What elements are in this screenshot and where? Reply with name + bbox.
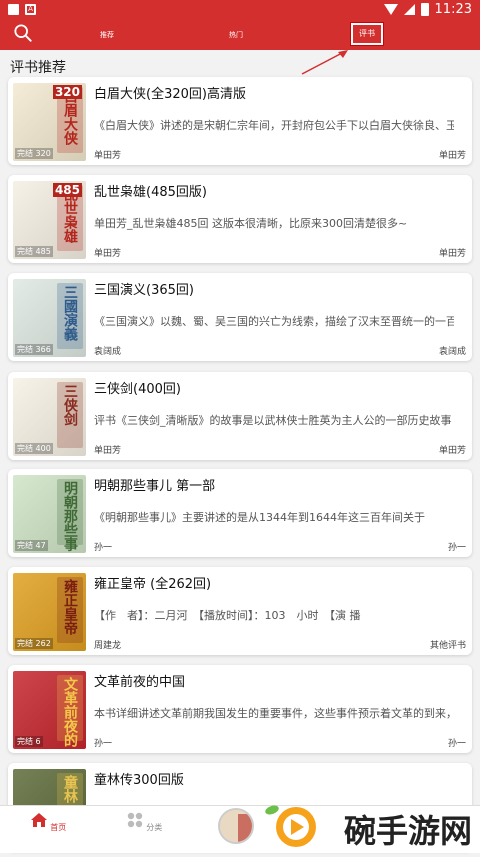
book-cover[interactable]: 三國演義 完结 366 bbox=[13, 279, 86, 357]
book-author: 孙一 bbox=[94, 543, 113, 553]
book-cover[interactable]: 文革前夜的 完结 6 bbox=[13, 671, 86, 749]
book-title: 文革前夜的中国 bbox=[94, 675, 186, 690]
book-category: 孙一 bbox=[447, 543, 466, 553]
book-cover-title: 三國演義 bbox=[62, 285, 78, 341]
tab-hot[interactable]: 热门 bbox=[229, 20, 243, 50]
book-cover-title: 童林 bbox=[62, 775, 78, 803]
tab-recommend[interactable]: 推荐 bbox=[100, 20, 114, 50]
book-cover[interactable]: 明朝那些事 完结 47 bbox=[13, 475, 86, 553]
wifi-icon bbox=[383, 4, 398, 15]
watermark: 碗手游网 bbox=[250, 796, 480, 853]
now-playing-button[interactable] bbox=[218, 808, 254, 844]
book-category: 单田芳 bbox=[438, 249, 466, 259]
book-description: 评书《三侠剑_清晰版》的故事是以武林侠士胜英为主人公的一部历史故事 bbox=[94, 414, 452, 427]
book-author: 孙一 bbox=[94, 739, 113, 749]
notification-icon bbox=[8, 4, 19, 15]
app-header: 推荐 热门 评书 bbox=[0, 20, 480, 50]
book-category: 袁阔成 bbox=[438, 347, 466, 357]
nav-category-label: 分类 bbox=[146, 823, 163, 832]
book-cover-title: 三侠剑 bbox=[62, 384, 78, 426]
nav-home-label: 首页 bbox=[50, 823, 67, 832]
book-category: 单田芳 bbox=[438, 446, 466, 456]
book-status-badge: 完结 400 bbox=[15, 443, 53, 454]
category-icon bbox=[127, 812, 142, 828]
book-title: 乱世枭雄(485回版) bbox=[94, 185, 207, 200]
watermark-text: 碗手游网 bbox=[344, 812, 473, 850]
book-status-badge: 完结 366 bbox=[15, 344, 53, 355]
book-cover[interactable]: 雍正皇帝 完结 262 bbox=[13, 573, 86, 651]
book-description: 【作 者】：二月河 【播放时间】：103 小时 【演 播 bbox=[94, 609, 361, 622]
book-cover-number: 320 bbox=[52, 85, 82, 99]
book-author: 袁阔成 bbox=[94, 347, 122, 357]
status-time: 11:23 bbox=[434, 2, 472, 17]
book-cover[interactable]: 三侠剑 完结 400 bbox=[13, 378, 86, 456]
book-card[interactable]: 雍正皇帝 完结 262 雍正皇帝 (全262回) 【作 者】：二月河 【播放时间… bbox=[8, 567, 472, 655]
nav-home[interactable]: 首页 bbox=[28, 812, 68, 833]
book-description: 《明朝那些事儿》主要讲述的是从1344年到1644年这三百年间关于 bbox=[94, 511, 425, 524]
book-cover-number: 485 bbox=[52, 183, 82, 197]
book-status-badge: 完结 320 bbox=[15, 148, 53, 159]
book-cover-title: 明朝那些事 bbox=[62, 481, 78, 551]
book-cover[interactable]: 乱世枭雄 485 完结 485 bbox=[13, 181, 86, 259]
book-author: 单田芳 bbox=[94, 446, 122, 456]
book-card[interactable]: 三侠剑 完结 400 三侠剑(400回) 评书《三侠剑_清晰版》的故事是以武林侠… bbox=[8, 372, 472, 460]
book-description: 本书详细讲述文革前期我国发生的重要事件，这些事件预示着文革的到来， bbox=[94, 707, 454, 720]
book-cover[interactable]: 白眉大侠 320 完结 320 bbox=[13, 83, 86, 161]
home-icon bbox=[30, 813, 47, 827]
nav-category[interactable]: 分类 bbox=[124, 812, 164, 833]
annotation-arrow-icon bbox=[301, 50, 348, 75]
book-card[interactable]: 乱世枭雄 485 完结 485 乱世枭雄(485回版) 单田芳_乱世枭雄485回… bbox=[8, 175, 472, 263]
now-playing-cover-icon bbox=[220, 810, 252, 842]
book-card[interactable]: 文革前夜的 完结 6 文革前夜的中国 本书详细讲述文革前期我国发生的重要事件，这… bbox=[8, 665, 472, 753]
status-bar: A 11:23 bbox=[0, 0, 480, 20]
section-title: 评书推荐 bbox=[10, 60, 66, 76]
book-cover-title: 雍正皇帝 bbox=[62, 579, 78, 635]
book-status-badge: 完结 262 bbox=[15, 638, 53, 649]
book-title: 明朝那些事儿 第一部 bbox=[94, 479, 216, 494]
signal-icon bbox=[403, 4, 415, 15]
search-icon[interactable] bbox=[14, 24, 32, 42]
book-status-badge: 完结 485 bbox=[15, 246, 53, 257]
book-description: 《三国演义》以魏、蜀、吴三国的兴亡为线索，描绘了汉末至晋统一的一百 bbox=[94, 315, 454, 328]
book-card[interactable]: 三國演義 完结 366 三国演义(365回) 《三国演义》以魏、蜀、吴三国的兴亡… bbox=[8, 273, 472, 361]
book-status-badge: 完结 47 bbox=[15, 540, 48, 551]
book-description: 单田芳_乱世枭雄485回 这版本很清晰，比原来300回清楚很多~ bbox=[94, 217, 408, 230]
book-title: 三国演义(365回) bbox=[94, 283, 194, 298]
book-status-badge: 完结 6 bbox=[15, 736, 43, 747]
book-description: 《白眉大侠》讲述的是宋朝仁宗年间，开封府包公手下以白眉大侠徐良、玉 bbox=[94, 119, 454, 132]
watermark-logo-icon bbox=[265, 805, 316, 847]
app-notification-icon: A bbox=[25, 4, 36, 15]
book-title: 雍正皇帝 (全262回) bbox=[94, 577, 212, 592]
book-title: 童林传300回版 bbox=[94, 773, 184, 788]
book-title: 白眉大侠(全320回)高清版 bbox=[94, 87, 246, 102]
tab-storytelling[interactable]: 评书 bbox=[350, 22, 384, 46]
book-category: 孙一 bbox=[447, 739, 466, 749]
book-card[interactable]: 白眉大侠 320 完结 320 白眉大侠(全320回)高清版 《白眉大侠》讲述的… bbox=[8, 77, 472, 165]
book-category: 单田芳 bbox=[438, 151, 466, 161]
book-author: 单田芳 bbox=[94, 151, 122, 161]
book-author: 周建龙 bbox=[94, 641, 122, 651]
book-cover-title: 文革前夜的 bbox=[62, 677, 78, 747]
book-card[interactable]: 明朝那些事 完结 47 明朝那些事儿 第一部 《明朝那些事儿》主要讲述的是从13… bbox=[8, 469, 472, 557]
book-title: 三侠剑(400回) bbox=[94, 382, 181, 397]
book-category: 其他评书 bbox=[429, 641, 466, 651]
book-author: 单田芳 bbox=[94, 249, 122, 259]
battery-icon bbox=[420, 3, 429, 16]
